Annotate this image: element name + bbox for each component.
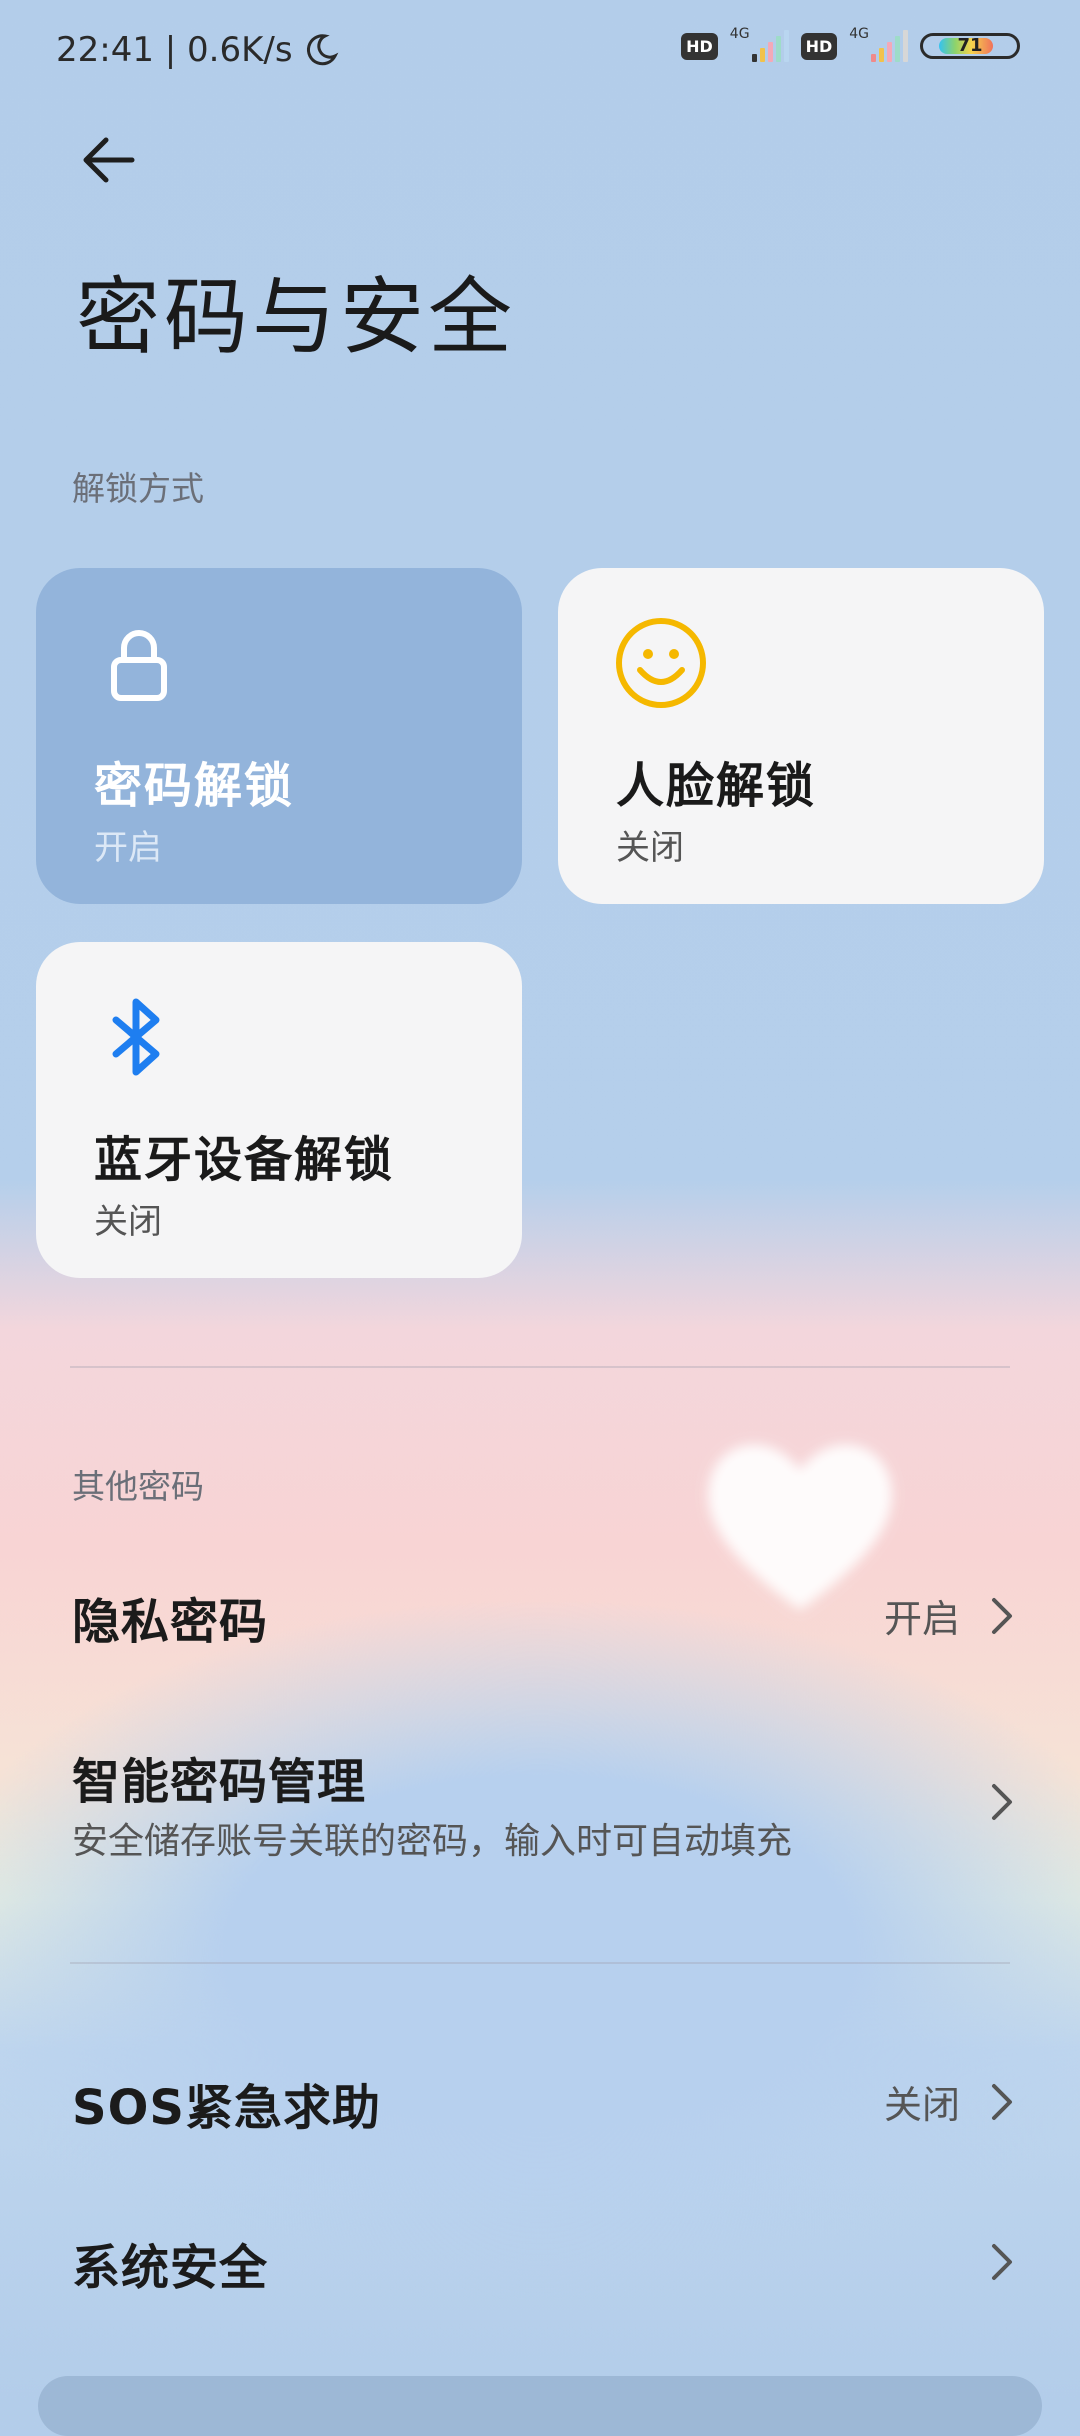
password-unlock-card[interactable]: 密码解锁 开启 bbox=[36, 568, 522, 904]
signal-icon-sim2 bbox=[871, 30, 908, 62]
chevron-right-icon bbox=[992, 2244, 1012, 2280]
chevron-right-icon bbox=[992, 1598, 1012, 1634]
divider bbox=[70, 1366, 1010, 1368]
network-type-sim2: 4G bbox=[849, 26, 869, 42]
hd-badge-sim2: HD bbox=[800, 32, 838, 60]
row-value: 关闭 bbox=[883, 2083, 960, 2127]
status-right: HD 4G HD 4G 71 bbox=[681, 26, 1020, 62]
sos-emergency-row[interactable]: SOS紧急求助 关闭 bbox=[0, 2046, 1080, 2156]
row-title: 智能密码管理 bbox=[72, 1754, 367, 1810]
status-left: 22:41 | 0.6K/s bbox=[56, 30, 339, 70]
network-type-sim1: 4G bbox=[729, 26, 750, 42]
face-unlock-card[interactable]: 人脸解锁 关闭 bbox=[558, 568, 1044, 904]
card-title: 密码解锁 bbox=[94, 758, 295, 814]
time-and-speed: 22:41 | 0.6K/s bbox=[56, 30, 293, 70]
row-title: SOS紧急求助 bbox=[72, 2080, 381, 2136]
battery-icon: 71 bbox=[920, 33, 1020, 59]
row-title: 系统安全 bbox=[72, 2240, 269, 2296]
card-status: 开启 bbox=[94, 828, 162, 868]
system-security-row[interactable]: 系统安全 bbox=[0, 2206, 1080, 2316]
bluetooth-icon bbox=[112, 998, 160, 1076]
row-subtitle: 安全储存账号关联的密码，输入时可自动填充 bbox=[72, 1821, 793, 1862]
next-card-peek[interactable] bbox=[38, 2376, 1042, 2436]
chevron-right-icon bbox=[992, 2084, 1012, 2120]
privacy-password-row[interactable]: 隐私密码 开启 bbox=[0, 1560, 1080, 1670]
lock-icon bbox=[111, 630, 167, 701]
section-label-unlock: 解锁方式 bbox=[72, 469, 204, 508]
page-title: 密码与安全 bbox=[76, 268, 517, 366]
bluetooth-unlock-card[interactable]: 蓝牙设备解锁 关闭 bbox=[36, 942, 522, 1278]
card-title: 蓝牙设备解锁 bbox=[94, 1132, 395, 1188]
card-status: 关闭 bbox=[616, 828, 684, 868]
signal-icon-sim1 bbox=[751, 30, 789, 62]
status-bar: 22:41 | 0.6K/s HD 4G HD 4G 71 bbox=[0, 0, 1080, 110]
card-status: 关闭 bbox=[94, 1202, 162, 1242]
smart-password-manager-row[interactable]: 智能密码管理 安全储存账号关联的密码，输入时可自动填充 bbox=[0, 1730, 1080, 1880]
chevron-right-icon bbox=[992, 1784, 1012, 1820]
smiley-icon bbox=[616, 618, 706, 708]
moon-icon bbox=[306, 34, 338, 66]
row-value: 开启 bbox=[883, 1597, 960, 1641]
row-title: 隐私密码 bbox=[72, 1594, 269, 1650]
card-title: 人脸解锁 bbox=[616, 758, 817, 814]
section-label-other: 其他密码 bbox=[72, 1467, 204, 1506]
hd-badge-sim1: HD bbox=[681, 32, 718, 60]
back-button[interactable] bbox=[72, 120, 152, 200]
divider bbox=[70, 1962, 1010, 1964]
battery-level: 71 bbox=[957, 35, 983, 56]
